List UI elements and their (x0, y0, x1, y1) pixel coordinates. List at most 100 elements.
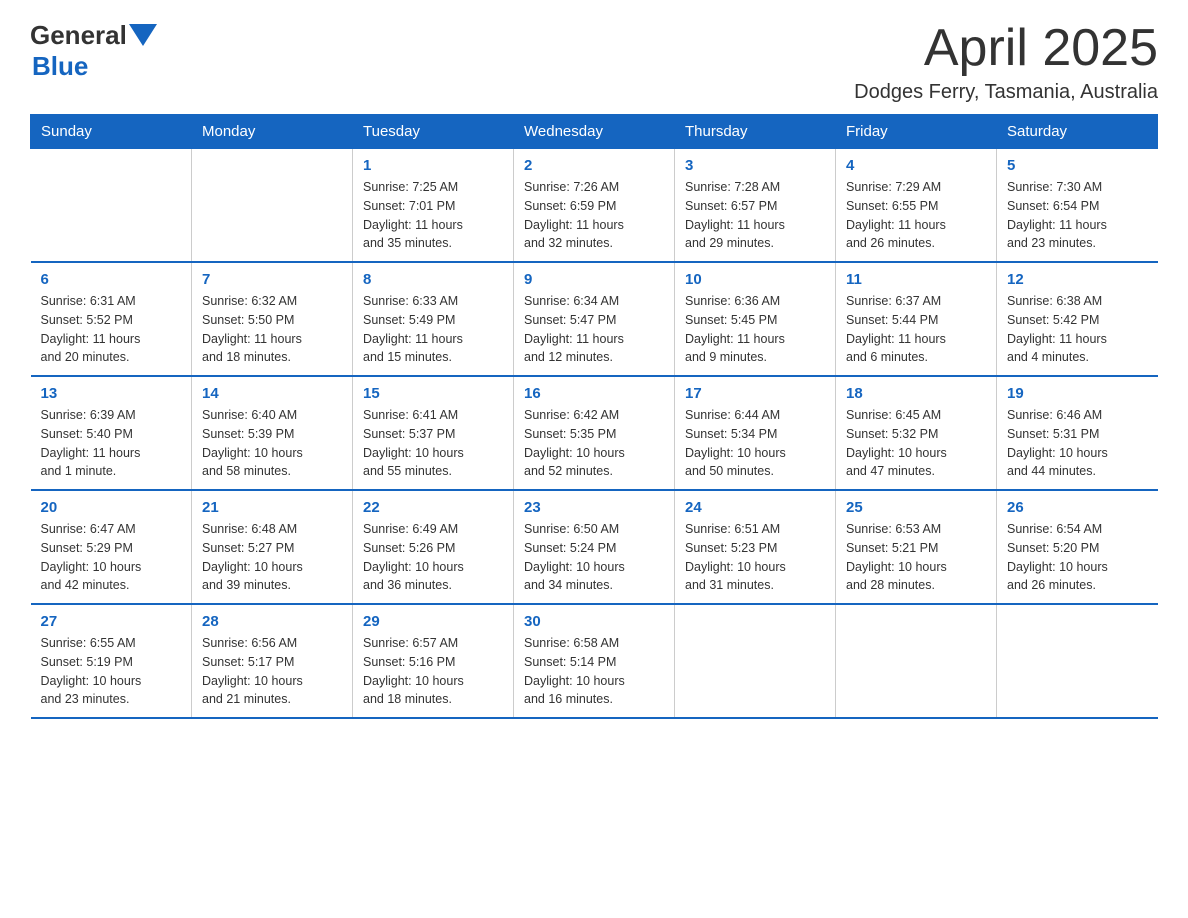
calendar-cell: 10Sunrise: 6:36 AM Sunset: 5:45 PM Dayli… (675, 262, 836, 376)
day-info: Sunrise: 7:25 AM Sunset: 7:01 PM Dayligh… (363, 178, 503, 253)
calendar-cell (31, 149, 192, 263)
day-info: Sunrise: 6:31 AM Sunset: 5:52 PM Dayligh… (41, 292, 182, 367)
calendar-cell: 28 Sunrise: 6:56 AM Sunset: 5:17 PM Dayli… (192, 604, 353, 718)
day-number: 23 (524, 499, 664, 516)
calendar-weekday-header: Saturday (997, 115, 1158, 149)
day-number: 5 (1007, 157, 1148, 174)
page-header: General Blue April 2025 Dodges Ferry, Ta… (30, 20, 1158, 104)
day-info: Sunrise: 6:49 AM Sunset: 5:26 PM Dayligh… (363, 520, 503, 595)
day-number: 17 (685, 385, 825, 402)
day-info: Sunrise: 6:36 AM Sunset: 5:45 PM Dayligh… (685, 292, 825, 367)
day-number: 30 (524, 613, 664, 630)
day-info: Sunrise: 6:55 AM Sunset: 5:19 PM Dayligh… (41, 634, 182, 709)
location-subtitle: Dodges Ferry, Tasmania, Australia (854, 81, 1158, 104)
calendar-cell (836, 604, 997, 718)
logo-blue-text: Blue (32, 51, 88, 81)
day-info: Sunrise: 6:48 AM Sunset: 5:27 PM Dayligh… (202, 520, 342, 595)
day-info: Sunrise: 6:37 AM Sunset: 5:44 PM Dayligh… (846, 292, 986, 367)
day-info: Sunrise: 6:47 AM Sunset: 5:29 PM Dayligh… (41, 520, 182, 595)
day-info: Sunrise: 6:42 AM Sunset: 5:35 PM Dayligh… (524, 406, 664, 481)
calendar-week-row: 27 Sunrise: 6:55 AM Sunset: 5:19 PM Dayli… (31, 604, 1158, 718)
calendar-cell: 12 Sunrise: 6:38 AM Sunset: 5:42 PM Dayli… (997, 262, 1158, 376)
calendar-cell: 17 Sunrise: 6:44 AM Sunset: 5:34 PM Dayli… (675, 376, 836, 490)
day-number: 15 (363, 385, 503, 402)
logo: General Blue (30, 20, 157, 82)
calendar-cell (997, 604, 1158, 718)
day-info: Sunrise: 6:56 AM Sunset: 5:17 PM Dayligh… (202, 634, 342, 709)
calendar-cell: 14 Sunrise: 6:40 AM Sunset: 5:39 PM Dayli… (192, 376, 353, 490)
day-info: Sunrise: 7:26 AM Sunset: 6:59 PM Dayligh… (524, 178, 664, 253)
calendar-week-row: 6 Sunrise: 6:31 AM Sunset: 5:52 PM Daylig… (31, 262, 1158, 376)
day-number: 29 (363, 613, 503, 630)
day-number: 27 (41, 613, 182, 630)
day-number: 6 (41, 271, 182, 288)
day-number: 14 (202, 385, 342, 402)
calendar-cell: 11 Sunrise: 6:37 AM Sunset: 5:44 PM Dayli… (836, 262, 997, 376)
calendar-cell: 3Sunrise: 7:28 AM Sunset: 6:57 PM Daylig… (675, 149, 836, 263)
day-number: 3 (685, 157, 825, 174)
day-number: 20 (41, 499, 182, 516)
day-info: Sunrise: 6:44 AM Sunset: 5:34 PM Dayligh… (685, 406, 825, 481)
day-number: 22 (363, 499, 503, 516)
calendar-cell: 27 Sunrise: 6:55 AM Sunset: 5:19 PM Dayli… (31, 604, 192, 718)
title-section: April 2025 Dodges Ferry, Tasmania, Austr… (854, 20, 1158, 104)
calendar-cell: 24 Sunrise: 6:51 AM Sunset: 5:23 PM Dayli… (675, 490, 836, 604)
day-info: Sunrise: 6:51 AM Sunset: 5:23 PM Dayligh… (685, 520, 825, 595)
calendar-cell: 13 Sunrise: 6:39 AM Sunset: 5:40 PM Dayli… (31, 376, 192, 490)
day-number: 13 (41, 385, 182, 402)
day-number: 12 (1007, 271, 1148, 288)
day-number: 19 (1007, 385, 1148, 402)
calendar-cell: 22 Sunrise: 6:49 AM Sunset: 5:26 PM Dayli… (353, 490, 514, 604)
day-number: 24 (685, 499, 825, 516)
calendar-cell: 18 Sunrise: 6:45 AM Sunset: 5:32 PM Dayli… (836, 376, 997, 490)
calendar-header-row: SundayMondayTuesdayWednesdayThursdayFrid… (31, 115, 1158, 149)
day-info: Sunrise: 6:53 AM Sunset: 5:21 PM Dayligh… (846, 520, 986, 595)
day-info: Sunrise: 6:39 AM Sunset: 5:40 PM Dayligh… (41, 406, 182, 481)
day-info: Sunrise: 6:33 AM Sunset: 5:49 PM Dayligh… (363, 292, 503, 367)
day-info: Sunrise: 6:46 AM Sunset: 5:31 PM Dayligh… (1007, 406, 1148, 481)
calendar-cell: 21Sunrise: 6:48 AM Sunset: 5:27 PM Dayli… (192, 490, 353, 604)
day-number: 18 (846, 385, 986, 402)
day-info: Sunrise: 6:41 AM Sunset: 5:37 PM Dayligh… (363, 406, 503, 481)
calendar-cell: 7 Sunrise: 6:32 AM Sunset: 5:50 PM Daylig… (192, 262, 353, 376)
day-info: Sunrise: 6:45 AM Sunset: 5:32 PM Dayligh… (846, 406, 986, 481)
calendar-cell: 26Sunrise: 6:54 AM Sunset: 5:20 PM Dayli… (997, 490, 1158, 604)
day-info: Sunrise: 6:57 AM Sunset: 5:16 PM Dayligh… (363, 634, 503, 709)
calendar-cell: 8Sunrise: 6:33 AM Sunset: 5:49 PM Daylig… (353, 262, 514, 376)
calendar-cell: 30 Sunrise: 6:58 AM Sunset: 5:14 PM Dayli… (514, 604, 675, 718)
calendar-week-row: 13 Sunrise: 6:39 AM Sunset: 5:40 PM Dayli… (31, 376, 1158, 490)
logo-general-text: General (30, 20, 127, 51)
day-number: 28 (202, 613, 342, 630)
calendar-cell: 16 Sunrise: 6:42 AM Sunset: 5:35 PM Dayli… (514, 376, 675, 490)
calendar-cell: 15 Sunrise: 6:41 AM Sunset: 5:37 PM Dayli… (353, 376, 514, 490)
calendar-week-row: 1Sunrise: 7:25 AM Sunset: 7:01 PM Daylig… (31, 149, 1158, 263)
day-info: Sunrise: 6:38 AM Sunset: 5:42 PM Dayligh… (1007, 292, 1148, 367)
calendar-weekday-header: Monday (192, 115, 353, 149)
day-number: 4 (846, 157, 986, 174)
day-number: 11 (846, 271, 986, 288)
calendar-cell: 2 Sunrise: 7:26 AM Sunset: 6:59 PM Daylig… (514, 149, 675, 263)
day-info: Sunrise: 6:58 AM Sunset: 5:14 PM Dayligh… (524, 634, 664, 709)
day-info: Sunrise: 6:40 AM Sunset: 5:39 PM Dayligh… (202, 406, 342, 481)
day-info: Sunrise: 6:32 AM Sunset: 5:50 PM Dayligh… (202, 292, 342, 367)
day-number: 25 (846, 499, 986, 516)
day-info: Sunrise: 7:29 AM Sunset: 6:55 PM Dayligh… (846, 178, 986, 253)
logo-arrow-icon (129, 24, 157, 46)
calendar-cell: 1Sunrise: 7:25 AM Sunset: 7:01 PM Daylig… (353, 149, 514, 263)
calendar-cell: 23Sunrise: 6:50 AM Sunset: 5:24 PM Dayli… (514, 490, 675, 604)
day-number: 7 (202, 271, 342, 288)
calendar-week-row: 20 Sunrise: 6:47 AM Sunset: 5:29 PM Dayli… (31, 490, 1158, 604)
day-number: 16 (524, 385, 664, 402)
calendar-weekday-header: Friday (836, 115, 997, 149)
calendar-cell: 25 Sunrise: 6:53 AM Sunset: 5:21 PM Dayli… (836, 490, 997, 604)
calendar-cell: 6 Sunrise: 6:31 AM Sunset: 5:52 PM Daylig… (31, 262, 192, 376)
calendar-cell: 5Sunrise: 7:30 AM Sunset: 6:54 PM Daylig… (997, 149, 1158, 263)
calendar-cell: 9Sunrise: 6:34 AM Sunset: 5:47 PM Daylig… (514, 262, 675, 376)
calendar-cell: 29 Sunrise: 6:57 AM Sunset: 5:16 PM Dayli… (353, 604, 514, 718)
calendar-weekday-header: Thursday (675, 115, 836, 149)
calendar-weekday-header: Sunday (31, 115, 192, 149)
calendar-weekday-header: Tuesday (353, 115, 514, 149)
calendar-cell: 19 Sunrise: 6:46 AM Sunset: 5:31 PM Dayli… (997, 376, 1158, 490)
day-number: 2 (524, 157, 664, 174)
calendar-table: SundayMondayTuesdayWednesdayThursdayFrid… (30, 114, 1158, 719)
